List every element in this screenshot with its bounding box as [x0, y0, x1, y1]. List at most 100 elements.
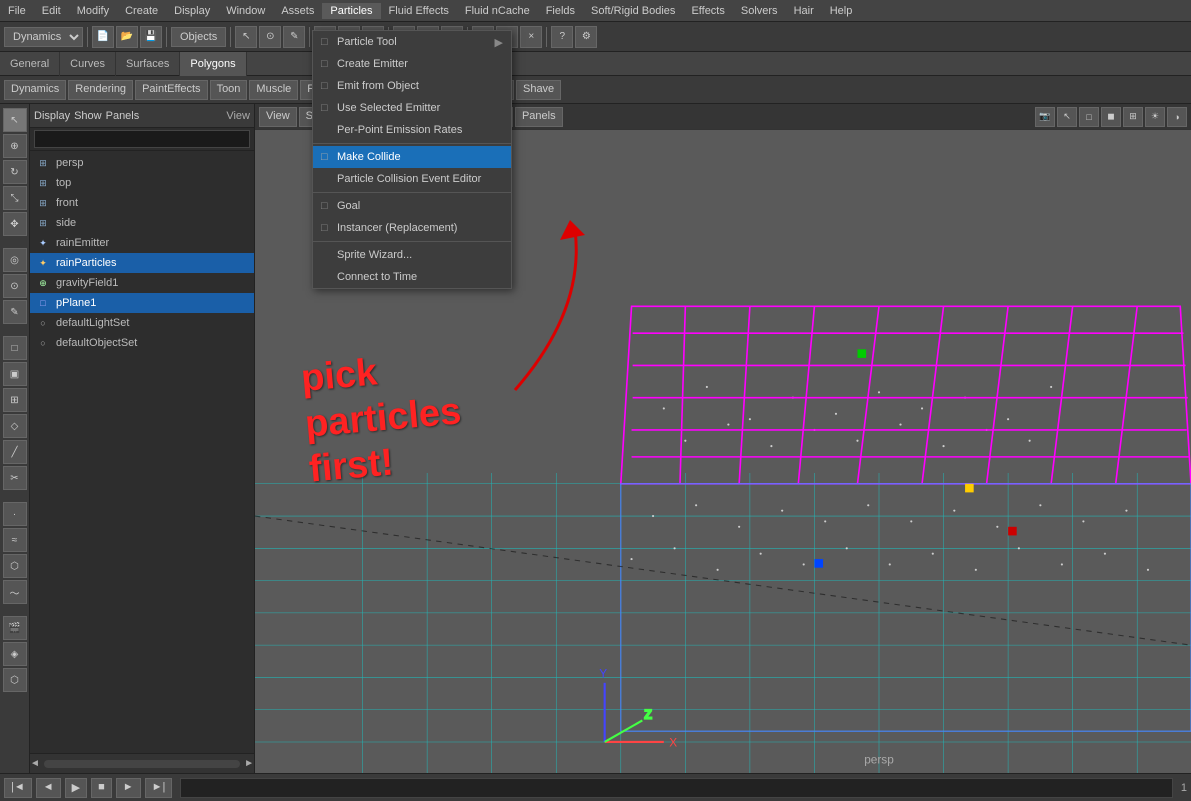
timeline-start-btn[interactable]: |◄ [4, 778, 32, 798]
menu-solvers[interactable]: Solvers [733, 3, 786, 19]
menu-help[interactable]: Help [822, 3, 861, 19]
viewport-panels-btn[interactable]: Panels [515, 107, 563, 127]
cut-faces-icon[interactable]: ✂ [3, 466, 27, 490]
tab-curves[interactable]: Curves [60, 52, 116, 76]
outliner-item-pplane[interactable]: □ pPlane1 [30, 293, 254, 313]
outliner-item-gravity-field[interactable]: ⊕ gravityField1 [30, 273, 254, 293]
tab-dynamics[interactable]: Dynamics [4, 80, 66, 100]
timeline-stop-btn[interactable]: ■ [91, 778, 112, 798]
paint-icon[interactable]: ✎ [283, 26, 305, 48]
pd-item-use-selected-emitter[interactable]: □ Use Selected Emitter [313, 97, 511, 119]
timeline-play-btn[interactable]: ▶ [65, 778, 87, 798]
menu-assets[interactable]: Assets [273, 3, 322, 19]
outliner-item-rain-particles[interactable]: ✦ rainParticles [30, 253, 254, 273]
menu-file[interactable]: File [0, 3, 34, 19]
tab-painteffects[interactable]: PaintEffects [135, 80, 208, 100]
select-tool-icon[interactable]: ↖ [3, 108, 27, 132]
outliner-view-btn[interactable]: View [226, 110, 250, 122]
menu-modify[interactable]: Modify [69, 3, 117, 19]
menu-display[interactable]: Display [166, 3, 218, 19]
outliner-item-object-set[interactable]: ○ defaultObjectSet [30, 333, 254, 353]
outliner-item-side[interactable]: ⊞ side [30, 213, 254, 233]
fluid-icon[interactable]: ≈ [3, 528, 27, 552]
menu-create[interactable]: Create [117, 3, 166, 19]
timeline-end-btn[interactable]: ►| [145, 778, 173, 798]
universal-manip-icon[interactable]: ✥ [3, 212, 27, 236]
cloth-icon[interactable]: ⬡ [3, 554, 27, 578]
create-poly-icon[interactable]: □ [3, 336, 27, 360]
outliner-item-top[interactable]: ⊞ top [30, 173, 254, 193]
particle-icon[interactable]: · [3, 502, 27, 526]
render-view-icon[interactable]: 🎬 [3, 616, 27, 640]
save-scene-icon[interactable]: 💾 [140, 26, 162, 48]
move-tool-icon[interactable]: ⊕ [3, 134, 27, 158]
texture-icon[interactable]: ⊞ [1123, 107, 1143, 127]
outliner-scroll-right[interactable]: ► [244, 758, 254, 769]
pd-item-create-emitter[interactable]: □ Create Emitter [313, 53, 511, 75]
hypershade-icon[interactable]: ◈ [3, 642, 27, 666]
rotate-tool-icon[interactable]: ↻ [3, 160, 27, 184]
pd-item-emit-from-object[interactable]: □ Emit from Object [313, 75, 511, 97]
bevel-icon[interactable]: ◇ [3, 414, 27, 438]
menu-fluid-effects[interactable]: Fluid Effects [381, 3, 457, 19]
pd-item-connect-time[interactable]: Connect to Time [313, 266, 511, 288]
light-icon[interactable]: ☀ [1145, 107, 1165, 127]
outliner-scrollbar[interactable] [44, 760, 240, 768]
outliner-item-rain-emitter[interactable]: ✦ rainEmitter [30, 233, 254, 253]
outliner-show-btn[interactable]: Show [74, 110, 102, 122]
outliner-panels-btn[interactable]: Panels [106, 110, 140, 122]
pd-item-per-point[interactable]: Per-Point Emission Rates [313, 119, 511, 141]
node-editor-icon[interactable]: ⬡ [3, 668, 27, 692]
workspace-dropdown[interactable]: Dynamics [4, 27, 83, 47]
select-mask-icon[interactable]: ↖ [1057, 107, 1077, 127]
tab-polygons[interactable]: Polygons [180, 52, 246, 76]
outliner-search-input[interactable] [34, 130, 250, 148]
tab-muscle[interactable]: Muscle [249, 80, 298, 100]
lasso-icon[interactable]: ⊙ [259, 26, 281, 48]
wireframe-icon[interactable]: □ [1079, 107, 1099, 127]
outliner-item-light-set[interactable]: ○ defaultLightSet [30, 313, 254, 333]
select-icon[interactable]: ↖ [235, 26, 257, 48]
snap-point-icon[interactable]: × [520, 26, 542, 48]
tab-general[interactable]: General [0, 52, 60, 76]
viewport-view-btn[interactable]: View [259, 107, 297, 127]
outliner-item-persp[interactable]: ⊞ persp [30, 153, 254, 173]
menu-soft-rigid[interactable]: Soft/Rigid Bodies [583, 3, 683, 19]
outliner-display-btn[interactable]: Display [34, 110, 70, 122]
tab-shave[interactable]: Shave [516, 80, 561, 100]
timeline-next-btn[interactable]: ► [116, 778, 141, 798]
soft-select-icon[interactable]: ◎ [3, 248, 27, 272]
tab-surfaces[interactable]: Surfaces [116, 52, 180, 76]
objects-label[interactable]: Objects [171, 27, 226, 47]
outliner-scroll-left[interactable]: ◄ [30, 758, 40, 769]
menu-fluid-ncache[interactable]: Fluid nCache [457, 3, 538, 19]
outliner-item-front[interactable]: ⊞ front [30, 193, 254, 213]
timeline-bar[interactable] [180, 778, 1172, 798]
tab-rendering[interactable]: Rendering [68, 80, 133, 100]
pd-item-particle-tool[interactable]: □ Particle Tool ▶ [313, 31, 511, 53]
pd-item-collision-editor[interactable]: Particle Collision Event Editor [313, 168, 511, 190]
scale-tool-icon[interactable]: ⤡ [3, 186, 27, 210]
lasso-select-icon[interactable]: ⊙ [3, 274, 27, 298]
open-scene-icon[interactable]: 📂 [116, 26, 138, 48]
menu-particles[interactable]: Particles [322, 3, 380, 19]
bridge-icon[interactable]: ⊞ [3, 388, 27, 412]
menu-window[interactable]: Window [218, 3, 273, 19]
split-poly-icon[interactable]: ╱ [3, 440, 27, 464]
help-icon[interactable]: ? [551, 26, 573, 48]
menu-edit[interactable]: Edit [34, 3, 69, 19]
pd-item-instancer[interactable]: □ Instancer (Replacement) [313, 217, 511, 239]
menu-fields[interactable]: Fields [538, 3, 583, 19]
shadow-icon[interactable]: ◑ [1167, 107, 1187, 127]
pd-item-sprite-wizard[interactable]: Sprite Wizard... [313, 244, 511, 266]
pd-item-make-collide[interactable]: □ Make Collide [313, 146, 511, 168]
settings-icon[interactable]: ⚙ [575, 26, 597, 48]
pd-item-goal[interactable]: □ Goal [313, 195, 511, 217]
menu-hair[interactable]: Hair [786, 3, 822, 19]
cam-icon[interactable]: 📷 [1035, 107, 1055, 127]
smooth-shade-icon[interactable]: ◼ [1101, 107, 1121, 127]
new-scene-icon[interactable]: 📄 [92, 26, 114, 48]
paint-select-icon[interactable]: ✎ [3, 300, 27, 324]
extrude-icon[interactable]: ▣ [3, 362, 27, 386]
tab-toon[interactable]: Toon [210, 80, 248, 100]
